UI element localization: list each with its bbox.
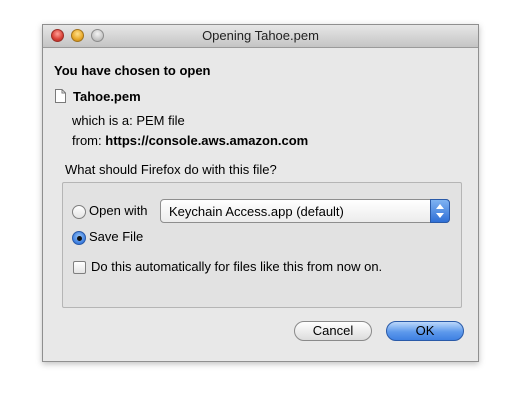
file-name: Tahoe.pem [73, 88, 141, 104]
file-type-label: which is a: [72, 113, 133, 128]
auto-action-checkbox[interactable] [73, 261, 86, 274]
document-icon [55, 89, 66, 103]
save-file-label[interactable]: Save File [89, 229, 143, 244]
action-question: What should Firefox do with this file? [65, 162, 277, 177]
open-with-label[interactable]: Open with [89, 203, 148, 218]
window-title: Opening Tahoe.pem [202, 28, 319, 43]
auto-action-label[interactable]: Do this automatically for files like thi… [91, 259, 382, 274]
cancel-button[interactable]: Cancel [294, 321, 372, 341]
file-source-line: from: https://console.aws.amazon.com [72, 133, 308, 148]
save-file-radio[interactable] [72, 231, 86, 245]
ok-button[interactable]: OK [386, 321, 464, 341]
file-source-label: from: [72, 133, 102, 148]
file-type-value: PEM file [136, 113, 185, 128]
dialog-heading: You have chosen to open [54, 63, 211, 78]
file-type-line: which is a: PEM file [72, 113, 185, 128]
open-with-radio[interactable] [72, 205, 86, 219]
file-row: Tahoe.pem [55, 88, 141, 104]
application-select-value: Keychain Access.app (default) [169, 204, 344, 219]
download-dialog: Opening Tahoe.pem You have chosen to ope… [42, 24, 479, 362]
title-bar[interactable]: Opening Tahoe.pem [43, 25, 478, 48]
file-source-value: https://console.aws.amazon.com [105, 133, 309, 148]
application-select[interactable]: Keychain Access.app (default) [160, 199, 450, 223]
up-down-arrows-icon[interactable] [430, 199, 450, 223]
